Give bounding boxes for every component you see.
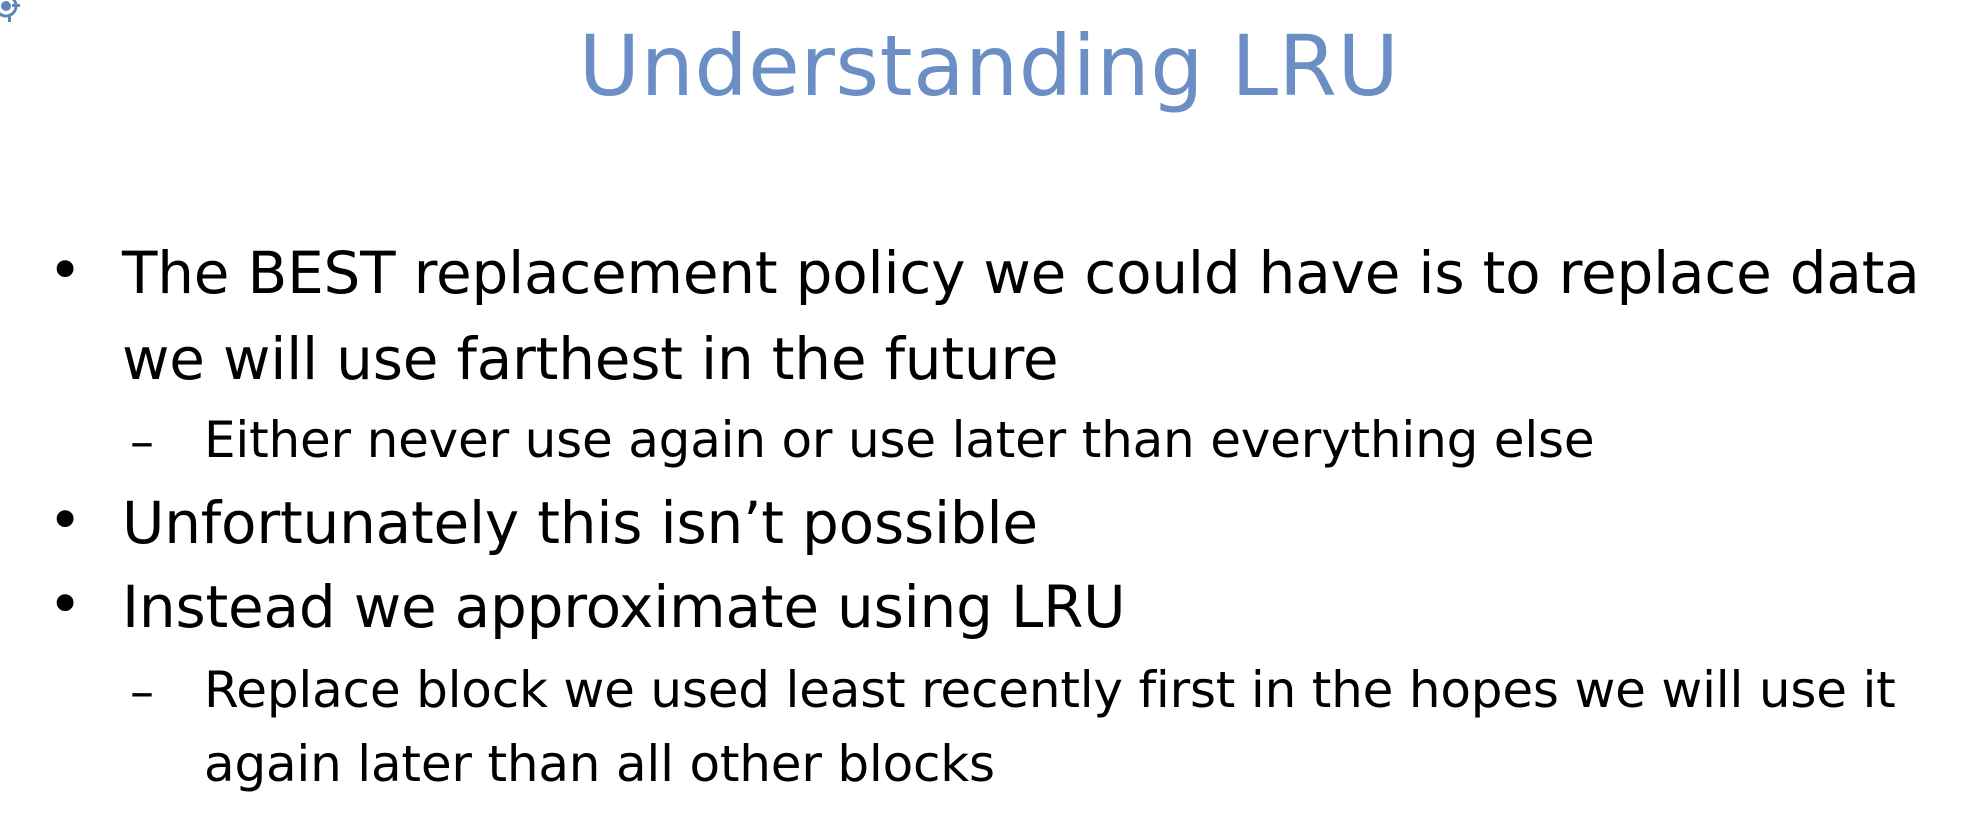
bullet-1-line-2: we will use farthest in the future (122, 325, 1059, 393)
sub-bullet-3-line-1: Replace block we used least recently fir… (204, 661, 1896, 719)
sub-bullet-marker: – (130, 414, 154, 470)
bullet-1-line-1: The BEST replacement policy we could hav… (122, 239, 1920, 307)
sub-bullet-3-line-2: again later than all other blocks (204, 735, 995, 793)
slide-title: Understanding LRU (578, 17, 1400, 115)
slide: Understanding LRU • The BEST replacement… (0, 0, 1978, 830)
bullet-marker: • (48, 236, 83, 304)
bullet-3-line-1: Instead we approximate using LRU (122, 573, 1126, 641)
bullet-2-line-1: Unfortunately this isn’t possible (122, 489, 1038, 557)
bullet-marker: • (48, 486, 83, 554)
sub-bullet-1-line-1: Either never use again or use later than… (204, 411, 1595, 469)
bullet-marker: • (48, 570, 83, 638)
sub-bullet-marker: – (130, 664, 154, 720)
